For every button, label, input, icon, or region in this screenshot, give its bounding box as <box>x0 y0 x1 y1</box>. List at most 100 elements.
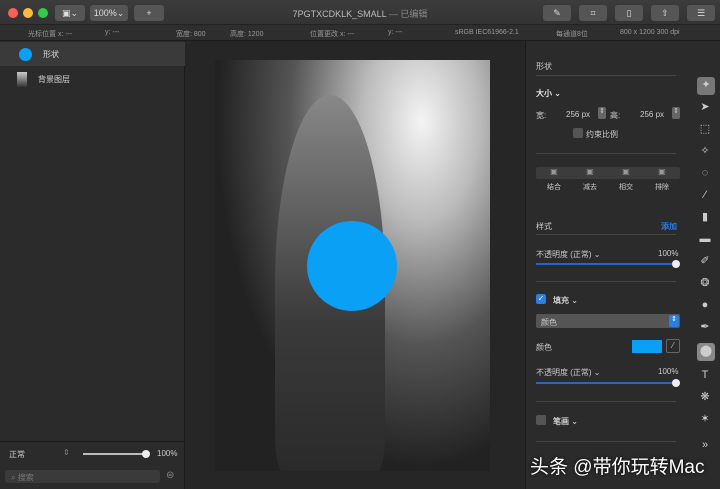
slider-knob[interactable] <box>672 379 680 387</box>
shape-thumbnail <box>19 47 32 61</box>
adjust-icon[interactable]: ☰ <box>687 5 715 21</box>
search-placeholder: 搜索 <box>17 473 34 482</box>
fill-opacity-slider[interactable] <box>536 382 678 384</box>
inspector-panel: 形状 大小 ⌄ 宽: 256 px ⇕ 高: 256 px ⇕ 约束比例 ▣ ▣… <box>525 41 690 489</box>
effects-tool-icon[interactable]: ✶ <box>697 411 713 427</box>
constrain-label: 约束比例 <box>586 130 618 139</box>
layer-name: 形状 <box>43 49 59 59</box>
constrain-checkbox[interactable] <box>573 128 583 138</box>
tools-bar: ✦ ➤ ⬚ ✧ ◌ ⁄ ▮ ▬ ✐ ❂ ● ✒ ⬤ T ❋ ✶ » <box>690 41 720 489</box>
window-title: 7PGTXCDKLK_SMALL — 已编辑 <box>230 7 490 20</box>
change-x: 位置更改 x: --- <box>310 31 355 38</box>
union-label[interactable]: 结合 <box>536 182 572 192</box>
arrow-tool-icon[interactable]: ➤ <box>697 99 713 115</box>
exclude-label[interactable]: 排除 <box>644 182 680 192</box>
layer-background[interactable]: 背景图层 <box>0 67 185 91</box>
change-y: y: --- <box>388 29 403 36</box>
height-input[interactable]: 256 px <box>640 110 664 119</box>
paint-bucket-icon[interactable]: ▮ <box>697 209 713 225</box>
slider-knob[interactable] <box>672 260 680 268</box>
text-tool-icon[interactable]: T <box>697 367 713 383</box>
fill-type-select[interactable]: 颜色 ⇕ <box>536 314 680 328</box>
canvas-photo[interactable] <box>215 60 490 471</box>
share-icon[interactable]: ⇧ <box>651 5 679 21</box>
shape-style-tool-icon[interactable]: ✦ <box>697 77 715 95</box>
eraser-tool-icon[interactable]: ▬ <box>697 231 713 247</box>
layers-panel: 形状 背景图层 正常 ⇕ 100% ⌕ 搜索 ⊜ <box>0 41 185 489</box>
filter-icon[interactable]: ⊜ <box>166 470 174 481</box>
height-stepper[interactable]: ⇕ <box>672 107 680 119</box>
color-adjust-icon[interactable]: ❋ <box>697 389 713 405</box>
more-tools-icon[interactable]: » <box>697 437 713 453</box>
add-label: + <box>146 8 152 18</box>
zoom-window-button[interactable] <box>38 8 48 18</box>
stroke-section[interactable]: 笔画 ⌄ <box>553 416 578 427</box>
zoom-level: 100% <box>93 8 117 18</box>
slider-knob[interactable] <box>142 450 150 458</box>
width-label: 宽: <box>536 111 547 120</box>
boolean-labels: 结合 减去 相交 排除 <box>536 182 680 192</box>
lasso-tool-icon[interactable]: ✧ <box>697 143 713 159</box>
smudge-tool-icon[interactable]: ✐ <box>697 253 713 269</box>
intersect-icon[interactable]: ▣ <box>608 167 644 179</box>
marquee-tool-icon[interactable]: ⬚ <box>697 121 713 137</box>
fill-color-swatch[interactable] <box>632 340 662 353</box>
opacity-slider[interactable] <box>536 263 678 265</box>
pen-tool-icon[interactable]: ✒ <box>697 319 713 335</box>
background-thumbnail <box>17 71 27 87</box>
zoom-level-button[interactable]: 100% ⌄ <box>90 5 128 21</box>
shape-tool-icon[interactable]: ⬤ <box>697 343 715 361</box>
color-label: 颜色 <box>536 343 552 352</box>
width-input[interactable]: 256 px <box>566 110 590 119</box>
opacity-label: 不透明度 (正常) <box>536 250 592 259</box>
exclude-icon[interactable]: ▣ <box>644 167 680 179</box>
brush-tool-icon[interactable]: ⁄ <box>697 187 713 203</box>
add-style-button[interactable]: 添加 <box>661 221 677 232</box>
subtract-icon[interactable]: ▣ <box>572 167 608 179</box>
blend-stepper-icon[interactable]: ⇕ <box>63 448 70 457</box>
crop-icon[interactable]: ⌗ <box>579 5 607 21</box>
image-height: 高度: 1200 <box>230 31 264 38</box>
cursor-y: y: --- <box>105 29 120 36</box>
image-size: 800 x 1200 300 dpi <box>620 29 680 36</box>
edited-status: — 已编辑 <box>388 9 428 19</box>
layer-shape[interactable]: 形状 <box>0 42 185 66</box>
sidebar-toggle-button[interactable]: ▣⌄ <box>55 5 85 21</box>
brush-icon[interactable]: ✎ <box>543 5 571 21</box>
blur-tool-icon[interactable]: ● <box>697 297 713 313</box>
eyedropper-icon[interactable]: ⁄ <box>666 339 680 353</box>
color-profile: sRGB IEC61966-2.1 <box>455 29 519 36</box>
boolean-ops: ▣ ▣ ▣ ▣ <box>536 167 680 179</box>
layer-opacity-slider[interactable] <box>83 453 145 455</box>
cursor-x: 光标位置 x: --- <box>28 31 73 38</box>
subtract-label[interactable]: 减去 <box>572 182 608 192</box>
title-bar: ▣⌄ 100% ⌄ + 7PGTXCDKLK_SMALL — 已编辑 ✎ ⌗ ▯ … <box>0 0 720 25</box>
fill-opacity-label: 不透明度 (正常) <box>536 368 592 377</box>
quick-select-icon[interactable]: ◌ <box>697 165 713 181</box>
blend-mode-select[interactable]: 正常 <box>9 449 25 460</box>
select-chevron-icon: ⇕ <box>669 315 679 327</box>
blue-circle-shape[interactable] <box>307 221 397 311</box>
size-section[interactable]: 大小 ⌄ <box>536 88 561 99</box>
opacity-mode[interactable]: 不透明度 (正常) ⌄ <box>536 249 601 260</box>
document-icon[interactable]: ▯ <box>615 5 643 21</box>
stroke-checkbox[interactable] <box>536 415 546 425</box>
close-button[interactable] <box>8 8 18 18</box>
document-name: 7PGTXCDKLK_SMALL <box>292 9 387 19</box>
size-label: 大小 <box>536 89 552 98</box>
width-stepper[interactable]: ⇕ <box>598 107 606 119</box>
panel-title: 形状 <box>536 62 552 71</box>
fill-checkbox[interactable]: ✓ <box>536 294 546 304</box>
add-button[interactable]: + <box>134 5 164 21</box>
minimize-button[interactable] <box>23 8 33 18</box>
stroke-label: 笔画 <box>553 417 569 426</box>
clone-tool-icon[interactable]: ❂ <box>697 275 713 291</box>
layer-search-input[interactable]: ⌕ 搜索 <box>5 470 160 483</box>
fill-opacity-mode[interactable]: 不透明度 (正常) ⌄ <box>536 367 601 378</box>
fill-section[interactable]: 填充 ⌄ <box>553 295 578 306</box>
union-icon[interactable]: ▣ <box>536 167 572 179</box>
image-width: 宽度: 800 <box>176 31 206 38</box>
intersect-label[interactable]: 相交 <box>608 182 644 192</box>
info-bar: 光标位置 x: --- y: --- 宽度: 800 高度: 1200 位置更改… <box>0 25 720 41</box>
fill-type-value: 颜色 <box>541 318 557 327</box>
